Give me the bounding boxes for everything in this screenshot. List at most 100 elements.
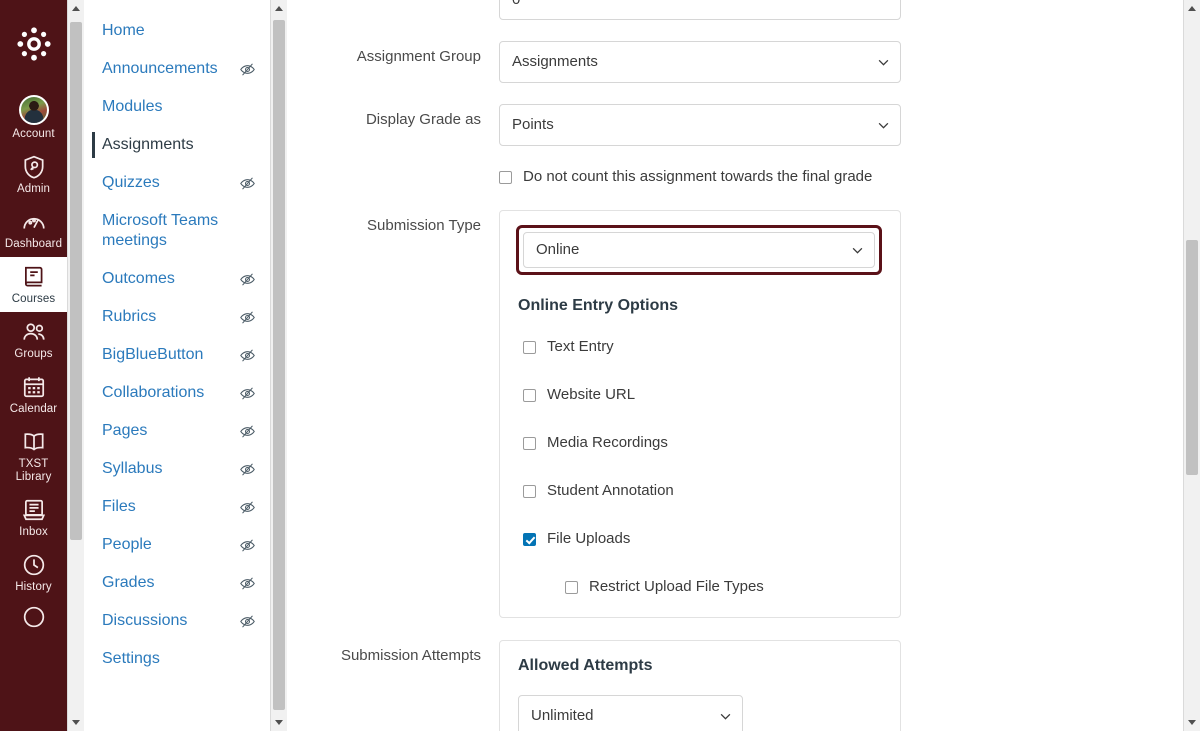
course-nav-label-syllabus: Syllabus [102, 460, 163, 477]
media-recordings-checkbox[interactable] [523, 436, 536, 450]
course-nav-label-modules: Modules [102, 98, 163, 115]
global-nav-item-courses[interactable]: Courses [0, 257, 67, 312]
course-nav-item-people[interactable]: People [84, 526, 270, 564]
course-nav-item-discussions[interactable]: Discussions [84, 602, 270, 640]
file-uploads-checkbox[interactable] [523, 532, 536, 546]
course-nav-item-syllabus[interactable]: Syllabus [84, 450, 270, 488]
course-nav-item-outcomes[interactable]: Outcomes [84, 260, 270, 298]
scrollbar-thumb[interactable] [70, 22, 82, 540]
course-nav-scrollbar[interactable] [270, 0, 287, 731]
online-option-file-uploads[interactable]: File Uploads [523, 529, 900, 549]
canvas-logo[interactable] [0, 0, 67, 88]
eye-slash-icon [240, 615, 255, 628]
global-nav-item-calendar[interactable]: Calendar [0, 367, 67, 422]
omit-from-final-grade-row[interactable]: Do not count this assignment towards the… [499, 167, 1200, 187]
text-entry-label: Text Entry [547, 338, 614, 355]
shield-key-icon [23, 155, 44, 179]
book-icon [24, 266, 42, 287]
student-annotation-checkbox[interactable] [523, 484, 536, 498]
field-omit-from-final-grade: Do not count this assignment towards the… [287, 167, 1200, 187]
course-nav-item-microsoft-teams-meetings[interactable]: Microsoft Teams meetings [84, 202, 270, 260]
label-assignment-group: Assignment Group [356, 48, 481, 65]
course-nav-item-bigbluebutton[interactable]: BigBlueButton [84, 336, 270, 374]
display-grade-as-select[interactable]: Points [499, 104, 901, 146]
course-nav-label-outcomes: Outcomes [102, 270, 175, 287]
course-nav-item-rubrics[interactable]: Rubrics [84, 298, 270, 336]
course-nav-item-modules[interactable]: Modules [84, 88, 270, 126]
clock-icon [23, 554, 44, 576]
omit-from-final-grade-checkbox[interactable] [499, 170, 512, 184]
course-nav-item-files[interactable]: Files [84, 488, 270, 526]
chevron-down-icon [852, 247, 863, 254]
global-nav-label-history: History [15, 581, 52, 593]
page-scrollbar[interactable] [1183, 0, 1200, 731]
calendar-icon [23, 377, 44, 398]
course-nav-item-assignments[interactable]: Assignments [84, 126, 270, 164]
eye-slash-icon [240, 539, 255, 552]
course-nav-label-home: Home [102, 22, 145, 39]
eye-slash-icon [240, 349, 255, 362]
online-option-restrict-upload-file-types[interactable]: Restrict Upload File Types [565, 577, 900, 597]
course-navigation: Home Announcements Modules Assignments Q… [84, 0, 270, 731]
scrollbar-up-arrow[interactable] [1184, 0, 1200, 17]
scrollbar-down-arrow[interactable] [271, 714, 287, 731]
course-nav-item-announcements[interactable]: Announcements [84, 50, 270, 88]
scrollbar-down-arrow[interactable] [1184, 714, 1200, 731]
global-nav-item-history[interactable]: History [0, 545, 67, 600]
eye-slash-icon [240, 387, 255, 400]
global-nav-label-admin: Admin [16, 183, 51, 195]
text-entry-checkbox[interactable] [523, 340, 536, 354]
online-option-text-entry[interactable]: Text Entry [523, 337, 900, 357]
submission-attempts-panel: Allowed Attempts Unlimited [499, 640, 901, 731]
course-nav-label-grades: Grades [102, 574, 155, 591]
online-option-media-recordings[interactable]: Media Recordings [523, 433, 900, 453]
label-submission-type: Submission Type [367, 217, 481, 234]
course-nav-label-discussions: Discussions [102, 612, 188, 629]
eye-slash-icon [240, 425, 255, 438]
course-nav-item-pages[interactable]: Pages [84, 412, 270, 450]
course-nav-label-announcements: Announcements [102, 60, 218, 77]
inbox-icon [22, 499, 45, 521]
restrict-upload-file-types-label: Restrict Upload File Types [589, 578, 764, 595]
global-nav-item-help[interactable] [0, 600, 67, 636]
canvas-logo-icon [16, 27, 51, 61]
course-nav-item-collaborations[interactable]: Collaborations [84, 374, 270, 412]
online-option-student-annotation[interactable]: Student Annotation [523, 481, 900, 501]
online-option-website-url[interactable]: Website URL [523, 385, 900, 405]
global-nav-item-dashboard[interactable]: Dashboard [0, 202, 67, 257]
course-nav-label-files: Files [102, 498, 136, 515]
global-navigation: Account Admin Dashboard Courses Groups C… [0, 0, 67, 731]
global-nav-label-inbox: Inbox [19, 526, 48, 538]
global-nav-item-inbox[interactable]: Inbox [0, 490, 67, 545]
scrollbar-down-arrow[interactable] [68, 714, 84, 731]
global-nav-item-groups[interactable]: Groups [0, 312, 67, 367]
canvas-assignment-edit-page: Account Admin Dashboard Courses Groups C… [0, 0, 1200, 731]
restrict-upload-file-types-checkbox[interactable] [565, 580, 578, 594]
global-nav-item-txst-library[interactable]: TXST Library [0, 422, 67, 490]
global-nav-label-dashboard: Dashboard [4, 238, 63, 250]
course-nav-label-assignments: Assignments [102, 136, 194, 153]
eye-slash-icon [240, 177, 255, 190]
scrollbar-up-arrow[interactable] [271, 0, 287, 17]
course-nav-item-grades[interactable]: Grades [84, 564, 270, 602]
course-nav-item-quizzes[interactable]: Quizzes [84, 164, 270, 202]
eye-slash-icon [240, 63, 255, 76]
scrollbar-up-arrow[interactable] [68, 0, 84, 17]
website-url-checkbox[interactable] [523, 388, 536, 402]
submission-type-focus-ring: Online [516, 225, 882, 275]
scrollbar-thumb[interactable] [273, 20, 285, 710]
global-nav-item-admin[interactable]: Admin [0, 147, 67, 202]
assignment-group-select[interactable]: Assignments [499, 41, 901, 83]
scrollbar-thumb[interactable] [1186, 240, 1198, 475]
submission-type-select[interactable]: Online [523, 232, 875, 268]
global-nav-scrollbar[interactable] [67, 0, 84, 731]
course-nav-item-settings[interactable]: Settings [84, 640, 270, 678]
points-input[interactable]: 0 [499, 0, 901, 20]
label-points: Points [287, 0, 499, 4]
course-nav-label-pages: Pages [102, 422, 148, 439]
course-nav-item-home[interactable]: Home [84, 12, 270, 50]
global-nav-item-account[interactable]: Account [0, 88, 67, 147]
allowed-attempts-title: Allowed Attempts [518, 657, 653, 674]
allowed-attempts-select[interactable]: Unlimited [518, 695, 743, 731]
assignment-form: Points 0 Assignment Group Assignments Di… [287, 0, 1200, 731]
